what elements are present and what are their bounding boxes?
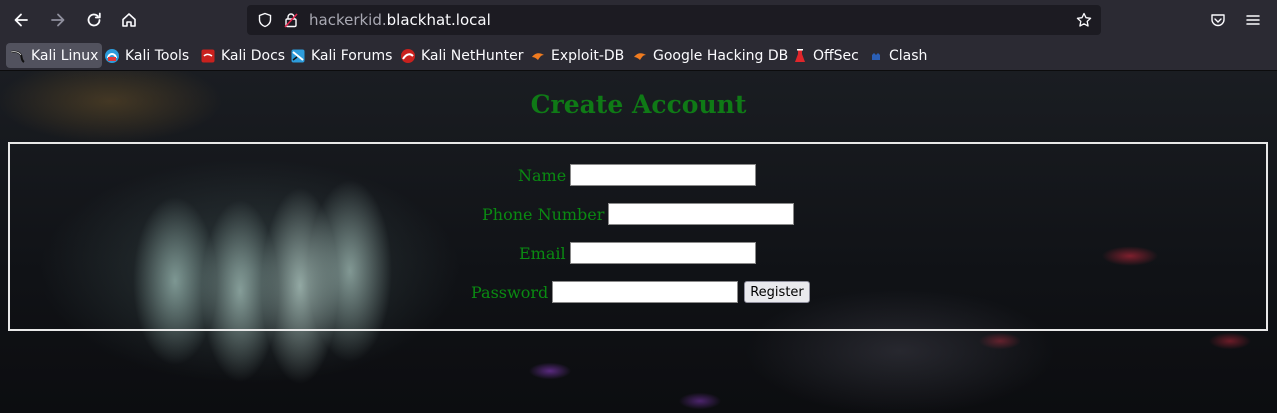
bookmark-label: Kali Linux [31,47,99,64]
email-row: Email [519,242,756,264]
url-bar[interactable]: hackerkid.blackhat.local [247,5,1101,35]
phone-row: Phone Number [482,203,795,225]
bookmark-label: OffSec [813,47,859,64]
kali-docs-icon [200,48,216,64]
bookmark-kali-nethunter[interactable]: Kali NetHunter [396,43,527,68]
bookmark-label: Kali Forums [311,47,393,64]
name-input[interactable] [570,164,757,186]
bookmark-offsec[interactable]: OffSec [788,43,863,68]
bookmark-label: Google Hacking DB [653,47,789,64]
home-icon[interactable] [116,8,142,32]
bookmark-clash[interactable]: Clash [864,43,931,68]
register-button[interactable]: Register [744,281,810,303]
phone-label: Phone Number [482,204,605,224]
bookmark-label: Exploit-DB [551,47,625,64]
name-label: Name [518,165,567,185]
menu-icon[interactable] [1240,8,1266,32]
star-icon[interactable] [1076,12,1092,28]
bookmark-label: Kali Tools [125,47,190,64]
bookmark-google-hacking-db[interactable]: Google Hacking DB [628,43,792,68]
bookmark-label: Clash [889,47,928,64]
email-input[interactable] [569,242,756,264]
password-input[interactable] [552,281,739,303]
bookmarks-bar: Kali Linux Kali Tools Kali Docs Kali For… [0,40,1277,71]
clash-icon [868,48,884,64]
page-content: Create Account Name Phone Number Email P… [0,71,1277,413]
page-title: Create Account [530,90,747,119]
bookmark-label: Kali NetHunter [421,47,524,64]
bookmark-kali-forums[interactable]: Kali Forums [286,43,396,68]
url-text[interactable]: hackerkid.blackhat.local [309,11,491,29]
kali-forums-icon [290,48,306,64]
registration-form: Name Phone Number Email Password Registe… [8,142,1268,331]
back-icon[interactable] [8,8,34,32]
kali-tools-icon [104,48,120,64]
phone-input[interactable] [608,203,795,225]
url-domain: blackhat.local [386,11,491,29]
exploit-db-icon [530,48,546,64]
kali-dragon-icon [10,48,26,64]
bookmark-label: Kali Docs [221,47,286,64]
bookmark-kali-docs[interactable]: Kali Docs [196,43,289,68]
nethunter-icon [400,48,416,64]
lock-icon[interactable] [283,12,299,28]
offsec-icon [792,48,808,64]
bookmark-kali-tools[interactable]: Kali Tools [100,43,193,68]
pocket-icon[interactable] [1205,8,1231,32]
password-row: Password Register [471,281,810,303]
ghdb-icon [632,48,648,64]
name-row: Name [518,164,757,186]
bookmark-kali-linux[interactable]: Kali Linux [6,43,103,68]
browser-toolbar: hackerkid.blackhat.local [0,0,1277,40]
reload-icon[interactable] [81,8,107,32]
email-label: Email [519,243,566,263]
bookmark-exploit-db[interactable]: Exploit-DB [526,43,628,68]
forward-icon[interactable] [45,8,71,32]
url-subdomain: hackerkid. [309,11,387,29]
shield-icon[interactable] [257,12,273,28]
password-label: Password [471,282,549,302]
